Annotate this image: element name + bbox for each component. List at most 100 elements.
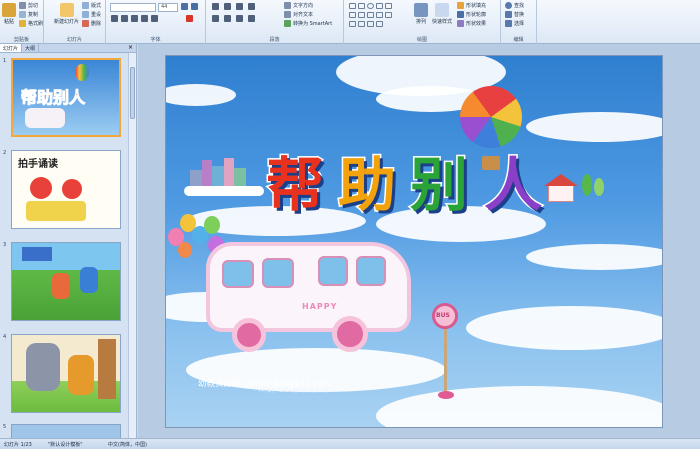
triangle-shape-icon[interactable] [376, 3, 383, 9]
pentagon-shape-icon[interactable] [358, 12, 365, 18]
curve-shape-icon[interactable] [358, 21, 365, 27]
editing-label: 编辑 [513, 37, 524, 43]
house-icon [538, 174, 608, 214]
arrow-shape-icon[interactable] [385, 3, 392, 9]
girl-figure-icon [30, 177, 52, 199]
thumbnail-image [11, 334, 121, 413]
new-slide-button[interactable]: 新建幻灯片 [54, 3, 79, 25]
cloud [526, 112, 662, 142]
bullets-button[interactable] [212, 3, 219, 10]
font-size-field[interactable]: 44 [158, 3, 178, 12]
slide-thumbnail-4[interactable]: 4 [0, 332, 128, 416]
brace-shape-icon[interactable] [376, 12, 383, 18]
tab-slides[interactable]: 幻灯片 [0, 44, 23, 52]
slide-canvas[interactable]: 帮 助 别 人 HAPPY BUS 幼教资源网 ziyuan.baby611.c… [165, 55, 663, 428]
cloud [166, 84, 236, 106]
shape-outline-button[interactable]: 形状轮廓 [457, 11, 486, 18]
slides-label: 幻灯片 [66, 37, 82, 43]
align-text-button[interactable]: 对齐文本 [284, 11, 313, 18]
align-left-button[interactable] [212, 15, 219, 22]
star-shape-icon[interactable] [367, 12, 374, 18]
quick-styles-icon [435, 3, 449, 17]
copy-button[interactable]: 复制 [19, 11, 38, 18]
find-button[interactable]: 查找 [505, 2, 524, 9]
smartart-icon [284, 20, 291, 27]
text-direction-button[interactable]: 文字方向 [284, 2, 313, 9]
panel-scrollbar[interactable] [128, 53, 136, 438]
cut-button[interactable]: 剪切 [19, 2, 38, 9]
callout-shape-icon[interactable] [385, 12, 392, 18]
arrange-icon [414, 3, 428, 17]
bullets-icon [212, 3, 219, 10]
layout-button[interactable]: 版式 [82, 2, 101, 9]
editing-group: 查找 替换 选择 编辑 [501, 0, 537, 44]
bus-icon [25, 108, 65, 128]
shrink-font-button[interactable] [191, 3, 198, 10]
title-char-3: 别 [408, 150, 469, 221]
slide-count: 幻灯片 1/23 [4, 442, 32, 448]
scrollbar-thumb[interactable] [130, 67, 135, 119]
justify-button[interactable] [248, 15, 255, 22]
slide-thumbnail-3[interactable]: 3 [0, 240, 128, 324]
convert-smartart-button[interactable]: 转换为 SmartArt [284, 20, 332, 27]
child-figure-icon [80, 267, 98, 293]
reset-icon [82, 11, 89, 18]
line-shape-icon[interactable] [358, 3, 365, 9]
slide-thumbnail-5[interactable]: 5 [0, 422, 128, 438]
delete-button[interactable]: 删除 [82, 20, 101, 27]
paste-button[interactable]: 粘贴 [2, 3, 16, 25]
ribbon: 粘贴 剪切 复制 格式刷 剪贴板 新建幻灯片 版式 重设 删除 幻灯片 44 字… [0, 0, 700, 44]
close-panel-icon[interactable]: × [125, 44, 136, 52]
tiger-icon [68, 355, 94, 395]
font-name-field[interactable] [110, 3, 156, 12]
align-center-button[interactable] [224, 15, 231, 22]
increase-indent-button[interactable] [248, 3, 255, 10]
slide-thumbnail-1[interactable]: 1 帮助别人 [0, 56, 128, 140]
indent-right-icon [248, 3, 255, 10]
align-right-icon [236, 15, 243, 22]
bold-button[interactable] [111, 15, 118, 22]
theme-name: "默认设计模板" [48, 442, 83, 448]
lightning-shape-icon[interactable] [376, 21, 383, 27]
oval-shape-icon[interactable] [367, 3, 374, 9]
shape-effects-button[interactable]: 形状效果 [457, 20, 486, 27]
select-button[interactable]: 选择 [505, 20, 524, 27]
heart-shape-icon[interactable] [367, 21, 374, 27]
grow-font-icon [181, 3, 188, 10]
shapes-gallery[interactable] [349, 3, 407, 30]
title-char-2: 助 [336, 150, 397, 221]
new-slide-icon [59, 3, 74, 17]
bus-label: HAPPY [302, 302, 338, 311]
panel-tabs: 幻灯片 大纲 × [0, 44, 136, 53]
cloud [526, 244, 662, 270]
shadow-icon [151, 15, 158, 22]
italic-icon [121, 15, 128, 22]
shadow-button[interactable] [151, 15, 158, 22]
clipboard-group: 粘贴 剪切 复制 格式刷 剪贴板 [0, 0, 44, 44]
grow-font-button[interactable] [181, 3, 188, 10]
textbox-shape-icon[interactable] [349, 21, 356, 27]
paragraph-group: 文字方向 对齐文本 转换为 SmartArt 段落 [206, 0, 344, 44]
align-text-icon [284, 11, 291, 18]
text-direction-icon [284, 2, 291, 9]
rounded-rect-shape-icon[interactable] [349, 12, 356, 18]
decrease-indent-button[interactable] [236, 3, 243, 10]
format-painter-button[interactable]: 格式刷 [19, 20, 43, 27]
italic-button[interactable] [121, 15, 128, 22]
arrange-button[interactable]: 排列 [414, 3, 428, 25]
quick-styles-button[interactable]: 快速样式 [432, 3, 452, 25]
reset-button[interactable]: 重设 [82, 11, 101, 18]
strike-button[interactable] [141, 15, 148, 22]
numbering-button[interactable] [224, 3, 231, 10]
rectangle-shape-icon[interactable] [349, 3, 356, 9]
tab-outline[interactable]: 大纲 [22, 44, 40, 52]
slide-thumbnail-2[interactable]: 2 拍手诵读 [0, 148, 128, 232]
status-bar: 幻灯片 1/23 "默认设计模板" 中文(简体，中国) [0, 438, 700, 449]
fence-icon [98, 339, 116, 399]
shape-fill-button[interactable]: 形状填充 [457, 2, 486, 9]
language-indicator[interactable]: 中文(简体，中国) [108, 441, 147, 448]
align-right-button[interactable] [236, 15, 243, 22]
underline-button[interactable] [131, 15, 138, 22]
font-color-button[interactable] [186, 15, 193, 22]
replace-button[interactable]: 替换 [505, 11, 524, 18]
